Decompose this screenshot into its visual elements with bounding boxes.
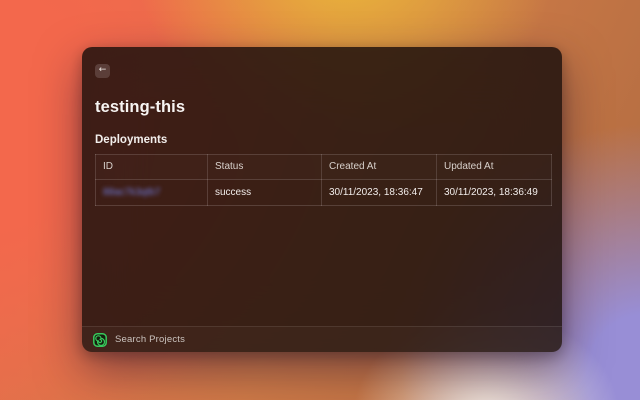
table-row[interactable]: 88ac7k3qtb7 success 30/11/2023, 18:36:47… — [96, 179, 552, 205]
deployment-id-cell: 88ac7k3qtb7 — [96, 179, 208, 205]
app-window: ← testing-this Deployments ID Status Cre… — [82, 47, 562, 352]
deployment-created-at: 30/11/2023, 18:36:47 — [322, 179, 437, 205]
column-header-id: ID — [96, 154, 208, 179]
deployments-table: ID Status Created At Updated At 88ac7k3q… — [95, 154, 552, 206]
deployment-id-link[interactable]: 88ac7k3qtb7 — [103, 187, 160, 198]
deployment-status: success — [208, 179, 322, 205]
arrow-left-icon: ← — [99, 66, 107, 75]
section-title: Deployments — [95, 134, 549, 146]
app-logo-icon — [93, 333, 107, 347]
column-header-status: Status — [208, 154, 322, 179]
footer-label: Search Projects — [115, 334, 185, 345]
column-header-updated-at: Updated At — [437, 154, 552, 179]
column-header-created-at: Created At — [322, 154, 437, 179]
footer-search-projects[interactable]: Search Projects — [82, 326, 562, 352]
table-header-row: ID Status Created At Updated At — [96, 154, 552, 179]
page-title: testing-this — [95, 98, 549, 117]
back-button[interactable]: ← — [95, 64, 110, 78]
deployment-updated-at: 30/11/2023, 18:36:49 — [437, 179, 552, 205]
desktop-background: ← testing-this Deployments ID Status Cre… — [0, 0, 640, 400]
